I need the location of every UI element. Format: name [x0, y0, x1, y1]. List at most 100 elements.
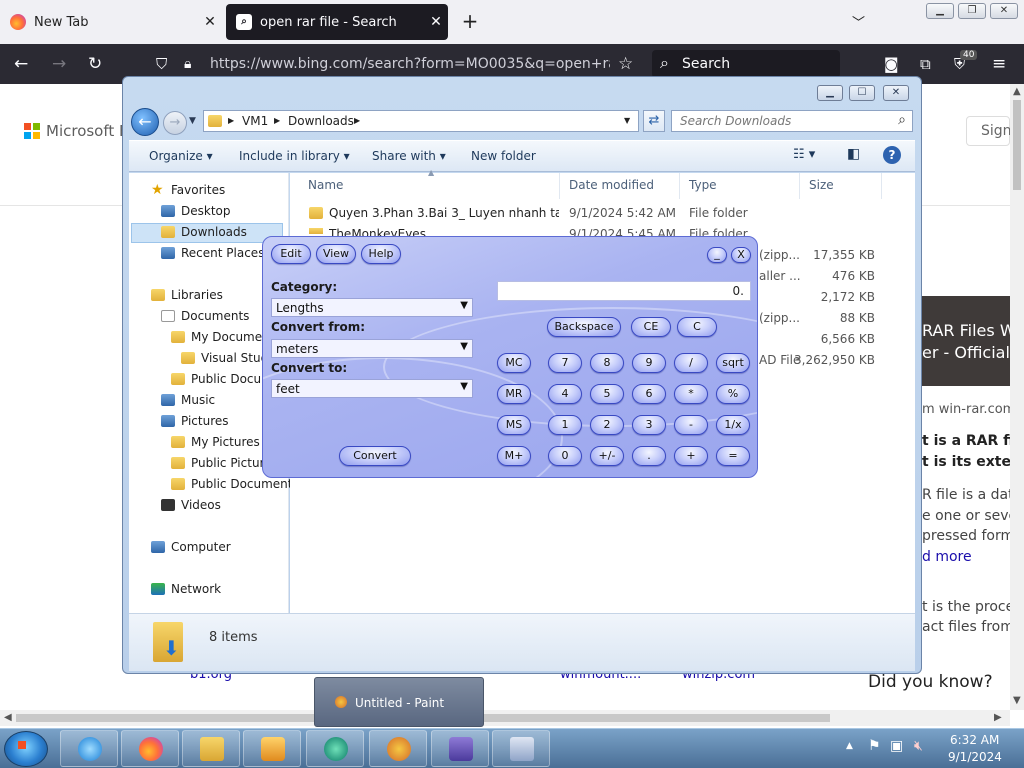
nav-music[interactable]: Music	[161, 393, 215, 407]
help-icon[interactable]: ?	[883, 146, 901, 164]
scroll-down-icon[interactable]: ▼	[1013, 695, 1021, 706]
category-select[interactable]: Lengths ▼	[271, 298, 473, 317]
column-separator[interactable]	[679, 173, 680, 199]
address-bar[interactable]: ▶ VM1 ▶ Downloads ▶ ▼	[203, 110, 639, 132]
nav-documents[interactable]: Documents	[161, 309, 249, 323]
nav-desktop[interactable]: Desktop	[161, 204, 231, 218]
url-bar[interactable]: https://www.bing.com/search?form=MO0035&…	[210, 56, 610, 72]
result-source[interactable]: m win-rar.com	[922, 402, 1010, 417]
key-add[interactable]: +	[674, 446, 708, 466]
extensions-icon[interactable]: ⧉	[920, 54, 931, 74]
recent-pages-chevron-icon[interactable]: ▼	[189, 116, 196, 126]
column-header-date-modified[interactable]: Date modified	[569, 178, 654, 192]
nav-network[interactable]: Network	[151, 582, 221, 596]
nav-computer[interactable]: Computer	[151, 540, 231, 554]
key-6[interactable]: 6	[632, 384, 666, 404]
action-center-flag-icon[interactable]: ⚑	[868, 738, 881, 754]
breadcrumb-item[interactable]: Downloads	[288, 114, 354, 128]
explorer-search-box[interactable]: Search Downloads ⌕	[671, 110, 913, 132]
key-0[interactable]: 0	[548, 446, 582, 466]
nav-pictures[interactable]: Pictures	[161, 414, 229, 428]
clear-button[interactable]: C	[677, 317, 717, 337]
column-header-size[interactable]: Size	[809, 178, 834, 192]
search-icon[interactable]: ⌕	[898, 112, 906, 128]
nav-my-pictures[interactable]: My Pictures	[171, 435, 260, 449]
key-decimal[interactable]: .	[632, 446, 666, 466]
taskbar-firefox[interactable]	[121, 730, 179, 767]
tab-list-chevron-icon[interactable]: ﹀	[852, 12, 865, 31]
reload-icon[interactable]: ↻	[88, 54, 102, 74]
back-arrow-icon[interactable]: ←	[14, 54, 28, 74]
key-mc[interactable]: MC	[497, 353, 531, 373]
maximize-button[interactable]: ☐	[849, 85, 875, 101]
address-dropdown-icon[interactable]: ▼	[624, 116, 630, 125]
breadcrumb-arrow-icon[interactable]: ▶	[228, 116, 234, 125]
refresh-icon[interactable]: ⇄	[643, 110, 665, 132]
key-reciprocal[interactable]: 1/x	[716, 415, 750, 435]
nav-public-documents-2[interactable]: Public Documents	[171, 477, 299, 491]
shield-icon[interactable]: ⛉	[156, 54, 167, 74]
convert-to-select[interactable]: feet ▼	[271, 379, 473, 398]
convert-button[interactable]: Convert	[339, 446, 411, 466]
network-icon[interactable]: ▣	[890, 738, 903, 754]
rar-result-card[interactable]: RAR Files W er - Official	[922, 296, 1010, 386]
minimize-window-button[interactable]: ▁	[926, 3, 954, 19]
taskbar-paint[interactable]	[369, 730, 427, 767]
volume-muted-icon[interactable]: 🔇︎	[914, 738, 923, 754]
key-5[interactable]: 5	[590, 384, 624, 404]
breadcrumb-item[interactable]: VM1	[242, 114, 268, 128]
paint-thumbnail-preview[interactable]: Untitled - Paint	[314, 677, 484, 727]
key-mr[interactable]: MR	[497, 384, 531, 404]
menu-help[interactable]: Help	[361, 244, 401, 264]
taskbar-calculator[interactable]	[492, 730, 550, 767]
browser-search-box[interactable]: ⌕ Search	[652, 50, 840, 78]
minimize-button[interactable]: ▁	[817, 85, 843, 101]
nav-visual-studio[interactable]: Visual Studi	[181, 351, 272, 365]
share-with-menu[interactable]: Share with ▾	[372, 149, 446, 163]
key-divide[interactable]: /	[674, 353, 708, 373]
key-sqrt[interactable]: sqrt	[716, 353, 750, 373]
nav-downloads[interactable]: Downloads	[161, 225, 247, 239]
nav-videos[interactable]: Videos	[161, 498, 221, 512]
new-folder-button[interactable]: New folder	[471, 149, 536, 163]
nav-public-pictures[interactable]: Public Picture	[171, 456, 272, 470]
column-header-type[interactable]: Type	[689, 178, 717, 192]
minimize-button[interactable]: _	[707, 247, 727, 263]
include-in-library-menu[interactable]: Include in library ▾	[239, 149, 350, 163]
column-separator[interactable]	[559, 173, 560, 199]
bookmark-star-icon[interactable]: ☆	[618, 54, 633, 74]
key-2[interactable]: 2	[590, 415, 624, 435]
nav-recent-places[interactable]: Recent Places	[161, 246, 264, 260]
scroll-up-icon[interactable]: ▲	[1013, 86, 1021, 97]
pocket-icon[interactable]: ◙	[884, 54, 899, 74]
scroll-right-icon[interactable]: ▶	[994, 712, 1002, 723]
tab-new-tab[interactable]: New Tab ✕	[0, 4, 222, 40]
start-button[interactable]	[4, 731, 48, 767]
menu-view[interactable]: View	[316, 244, 356, 264]
column-separator[interactable]	[881, 173, 882, 199]
close-button[interactable]: ✕	[883, 85, 909, 101]
sign-in-button[interactable]: Sign	[966, 116, 1012, 146]
new-tab-button[interactable]: +	[458, 10, 482, 34]
scroll-left-icon[interactable]: ◀	[4, 712, 12, 723]
read-more-link[interactable]: d more	[922, 549, 1010, 565]
taskbar-ie[interactable]	[60, 730, 118, 767]
organize-menu[interactable]: Organize ▾	[149, 149, 213, 163]
taskbar-app[interactable]	[306, 730, 364, 767]
key-percent[interactable]: %	[716, 384, 750, 404]
clock-time[interactable]: 6:32 AM	[950, 733, 999, 747]
taskbar-visual-studio[interactable]	[431, 730, 489, 767]
clear-entry-button[interactable]: CE	[631, 317, 671, 337]
column-separator[interactable]	[799, 173, 800, 199]
key-ms[interactable]: MS	[497, 415, 531, 435]
key-7[interactable]: 7	[548, 353, 582, 373]
backspace-button[interactable]: Backspace	[547, 317, 621, 337]
key-4[interactable]: 4	[548, 384, 582, 404]
breadcrumb-arrow-icon[interactable]: ▶	[274, 116, 280, 125]
key-equals[interactable]: =	[716, 446, 750, 466]
taskbar-explorer[interactable]	[182, 730, 240, 767]
lock-icon[interactable]: 🔒︎	[184, 54, 191, 74]
nav-libraries[interactable]: Libraries	[151, 288, 223, 302]
view-options-icon[interactable]: ☷ ▾	[793, 147, 815, 162]
taskbar-media-player[interactable]	[243, 730, 301, 767]
